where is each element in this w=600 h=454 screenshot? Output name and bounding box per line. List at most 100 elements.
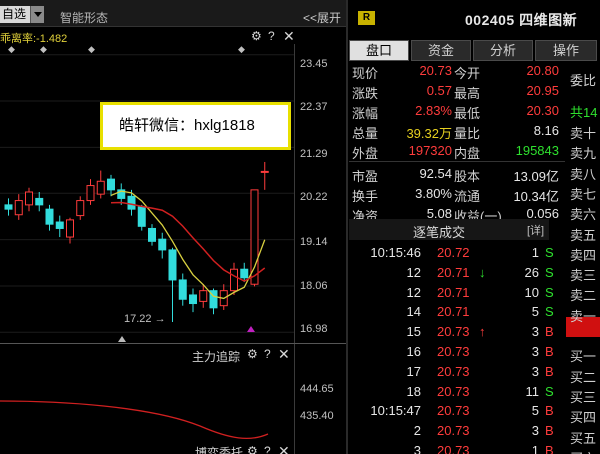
orderbook-level: 卖七 xyxy=(570,186,597,202)
trade-price: 20.72 xyxy=(437,245,470,260)
tab-pankou[interactable]: 盘口 xyxy=(349,40,409,61)
orderbook-level: 买一 xyxy=(570,349,597,365)
transaction-title: 逐笔成交 xyxy=(413,225,466,240)
trade-side: S xyxy=(545,264,554,280)
expand-button[interactable]: <<展开 xyxy=(303,9,341,26)
orderbook-level: 卖六 xyxy=(570,207,597,223)
trade-time: 17 xyxy=(406,363,421,379)
sub-axis-tick: 444.65 xyxy=(300,383,334,395)
dot-marker-icon: ◆ xyxy=(8,44,15,54)
candle-body xyxy=(240,268,249,279)
trade-volume: 5 xyxy=(531,403,539,419)
trade-row: 10:15:47 20.73 5 B xyxy=(349,403,569,423)
watchlist-tab[interactable]: 自选 xyxy=(0,6,30,23)
trade-side: B xyxy=(545,363,554,379)
smart-shape-button[interactable]: 智能形态 xyxy=(60,9,108,26)
orderbook-level: 卖三 xyxy=(570,268,597,284)
trade-row: 10:15:46 20.72 1 S xyxy=(349,245,569,265)
orderbook-level: 买四 xyxy=(570,410,597,426)
watermark-box: 皓轩微信：hxlg1818 xyxy=(100,102,291,150)
candle-body xyxy=(76,200,85,217)
trade-side: S xyxy=(545,383,554,399)
trade-volume: 3 xyxy=(531,423,539,439)
price-tick: 16.98 xyxy=(300,323,328,335)
trade-volume: 1 xyxy=(531,245,539,260)
stat-label: 今开 xyxy=(454,66,481,81)
price-tick: 19.14 xyxy=(300,236,328,248)
tab-operation[interactable]: 操作 xyxy=(535,40,597,61)
trade-time: 16 xyxy=(406,344,421,359)
trade-row: 17 20.73 3 B xyxy=(349,364,569,384)
orderbook-level: 卖二 xyxy=(570,288,597,304)
trade-price: 20.71 xyxy=(437,304,470,320)
close-icon[interactable]: ✕ xyxy=(278,443,290,454)
trade-price: 20.73 xyxy=(437,383,470,399)
orderbook-level: 卖一 xyxy=(570,308,597,324)
orderbook-level: 卖八 xyxy=(570,166,597,182)
trade-row: 14 20.71 5 S xyxy=(349,304,569,324)
chevron-down-icon[interactable] xyxy=(30,6,44,23)
trade-price: 20.73 xyxy=(437,363,470,379)
price-tick: 23.45 xyxy=(300,58,328,70)
trade-price: 20.71 xyxy=(437,284,470,300)
trade-price: 20.71 xyxy=(437,264,470,280)
orderbook-level: 卖四 xyxy=(570,247,597,263)
price-tick: 20.22 xyxy=(300,191,328,203)
candle-body xyxy=(4,204,13,210)
candle-body xyxy=(178,279,187,300)
trade-time: 12 xyxy=(406,264,421,280)
tab-analysis[interactable]: 分析 xyxy=(473,40,533,61)
trade-side: S xyxy=(545,284,554,300)
stock-code-name: 002405 四维图新 xyxy=(465,12,578,28)
trade-volume: 3 xyxy=(531,324,539,340)
candle-body xyxy=(199,290,208,302)
trade-side: B xyxy=(545,423,554,439)
stat-value: 92.54 xyxy=(419,166,452,181)
trade-row: 18 20.73 11 S xyxy=(349,384,569,404)
purple-flag-icon xyxy=(247,326,255,332)
stat-value: 20.95 xyxy=(526,83,559,98)
trade-volume: 1 xyxy=(531,443,539,454)
sub-chart-2-title: 博弈委托 xyxy=(195,446,244,454)
chart-grid xyxy=(0,54,294,333)
trade-volume: 5 xyxy=(531,304,539,320)
r-badge: R xyxy=(358,11,375,25)
trade-side: S xyxy=(545,304,554,320)
detail-button[interactable]: [详] xyxy=(527,222,544,238)
help-icon[interactable]: ? xyxy=(264,444,271,454)
stat-label: 现价 xyxy=(352,66,379,81)
trade-price: 20.73 xyxy=(437,443,470,454)
tab-funds[interactable]: 资金 xyxy=(411,40,471,61)
price-tick: 21.29 xyxy=(300,148,328,160)
trade-row: 15 20.73 ↑ 3 B xyxy=(349,324,569,344)
stat-label: 外盘 xyxy=(352,146,379,161)
trade-time: 10:15:46 xyxy=(370,245,421,260)
gear-icon[interactable]: ⚙ xyxy=(247,444,258,454)
stat-label: 总量 xyxy=(352,126,379,141)
trade-row: 12 20.71 ↓ 26 S xyxy=(349,265,569,285)
trade-price: 20.73 xyxy=(437,403,470,419)
stat-value: 8.16 xyxy=(533,123,559,138)
arrow-down-icon: ↓ xyxy=(479,264,486,280)
stat-label: 量比 xyxy=(454,126,481,141)
dot-marker-icon: ◆ xyxy=(238,44,245,54)
candle-body xyxy=(25,191,33,206)
stat-value: 20.73 xyxy=(419,63,452,78)
stat-value: 10.34亿 xyxy=(513,189,559,204)
orderbook-level: 买三 xyxy=(570,389,597,405)
trade-row: 12 20.71 10 S xyxy=(349,285,569,305)
candle-body xyxy=(168,249,177,281)
trade-volume: 3 xyxy=(531,363,539,379)
trade-price: 20.73 xyxy=(437,324,470,340)
candle-body xyxy=(55,221,64,229)
orderbook-level: 买六 xyxy=(570,448,596,454)
chart-toolbar xyxy=(0,0,346,27)
low-price-annotation: 17.22 → xyxy=(124,313,166,325)
candle-body xyxy=(230,268,238,292)
stat-label: 换手 xyxy=(352,189,379,204)
candle-body xyxy=(35,197,44,206)
stat-value: 0.57 xyxy=(426,83,452,98)
trade-volume: 26 xyxy=(524,264,539,280)
triangle-marker-icon xyxy=(118,336,126,342)
candle-body xyxy=(45,208,54,225)
